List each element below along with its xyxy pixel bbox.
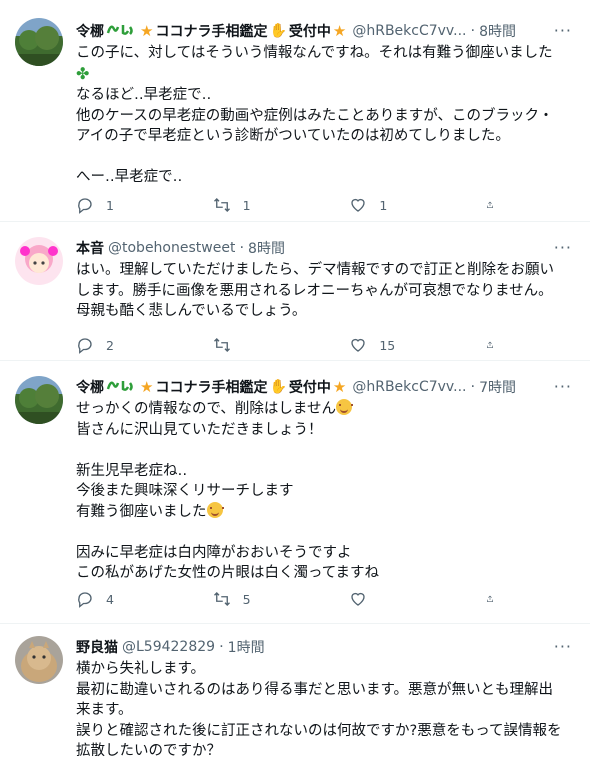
- share-icon: [487, 595, 493, 602]
- like-button[interactable]: 15: [349, 336, 449, 354]
- retweet-icon: [213, 592, 230, 606]
- tweet-header: 令梛 ★ ココナラ手相鑑定 ✋ 受付中 ★ @hRBekcC7vv... · 7…: [76, 377, 517, 397]
- display-name-tail[interactable]: 受付中: [289, 21, 331, 41]
- more-icon[interactable]: ···: [554, 21, 572, 40]
- timestamp[interactable]: 8時間: [248, 238, 285, 258]
- tweet-2[interactable]: 本音 @tobehonestweet · 8時間 ··· はい。理解していただけ…: [0, 222, 590, 361]
- timestamp[interactable]: 1時間: [228, 637, 265, 657]
- share-button[interactable]: [486, 196, 506, 214]
- handle[interactable]: @hRBekcC7vv...: [352, 23, 466, 39]
- reply-count: 1: [106, 197, 114, 213]
- clover-icon: ✤: [76, 63, 90, 83]
- more-icon[interactable]: ···: [554, 377, 572, 396]
- like-button[interactable]: [349, 590, 449, 608]
- hand-icon: ✋: [269, 379, 287, 395]
- share-button[interactable]: [486, 336, 506, 354]
- tweet-text: せっかくの情報なので、削除はしません 皆さんに沢山見ていただきましょう！ 新生児…: [76, 399, 380, 581]
- reply-icon: [78, 592, 92, 608]
- handle[interactable]: @hRBekcC7vv...: [352, 379, 466, 395]
- smile-icon: [206, 501, 224, 518]
- tweet-1[interactable]: 令梛 ★ ココナラ手相鑑定 ✋ 受付中 ★ @hRBekcC7vv... · 8…: [0, 0, 590, 222]
- avatar[interactable]: [15, 636, 63, 684]
- retweet-button[interactable]: 5: [213, 590, 313, 608]
- like-icon: [351, 338, 365, 352]
- retweet-button[interactable]: 1: [213, 196, 313, 214]
- tweet-actions: 2 15: [76, 335, 506, 355]
- logo-icon: [106, 21, 136, 41]
- share-icon: [487, 341, 493, 348]
- star-icon: ★: [332, 378, 347, 396]
- star-icon: ★: [332, 22, 347, 40]
- like-count: 15: [379, 337, 396, 353]
- tweet-3[interactable]: 令梛 ★ ココナラ手相鑑定 ✋ 受付中 ★ @hRBekcC7vv... · 7…: [0, 361, 590, 624]
- display-name[interactable]: 令梛: [76, 21, 104, 41]
- tweet-text: はい。理解していただけましたら、デマ情報ですので訂正と削除をお願い します。勝手…: [76, 262, 555, 319]
- tweet-text: この子に、対してはそういう情報なんですね。それは有難う御座いました ✤ なるほど…: [76, 45, 554, 185]
- star-icon: ★: [140, 378, 154, 396]
- share-icon: [487, 201, 493, 208]
- logo-icon: [106, 377, 136, 397]
- hand-icon: ✋: [269, 23, 287, 39]
- tweet-actions: 4 5: [76, 589, 506, 609]
- more-icon[interactable]: ···: [554, 637, 572, 656]
- retweet-count: 5: [242, 591, 251, 607]
- reply-button[interactable]: 1: [76, 196, 176, 214]
- reply-icon: [78, 198, 92, 214]
- tweet-header: 野良猫 @L59422829 · 1時間: [76, 637, 265, 657]
- handle[interactable]: @L59422829: [122, 639, 215, 655]
- tweet-header: 令梛 ★ ココナラ手相鑑定 ✋ 受付中 ★ @hRBekcC7vv... · 8…: [76, 21, 517, 41]
- reply-icon: [78, 338, 92, 354]
- avatar[interactable]: [15, 376, 63, 424]
- like-icon: [351, 198, 365, 212]
- retweet-icon: [213, 198, 230, 212]
- reply-count: 2: [106, 337, 114, 353]
- display-name-suffix[interactable]: ココナラ手相鑑定: [155, 21, 267, 41]
- avatar[interactable]: [15, 18, 63, 66]
- reply-button[interactable]: 4: [76, 590, 176, 608]
- avatar[interactable]: [15, 237, 63, 285]
- retweet-count: 1: [242, 197, 251, 213]
- smile-icon: [335, 399, 353, 415]
- like-icon: [351, 592, 365, 606]
- star-icon: ★: [140, 22, 154, 40]
- tweet-4[interactable]: 野良猫 @L59422829 · 1時間 ··· 横から失礼します。 最初に勘違…: [0, 624, 590, 763]
- display-name[interactable]: 野良猫: [76, 637, 118, 657]
- reply-count: 4: [106, 591, 114, 607]
- display-name-tail[interactable]: 受付中: [289, 377, 331, 397]
- display-name-suffix[interactable]: ココナラ手相鑑定: [155, 377, 267, 397]
- timestamp[interactable]: 8時間: [479, 21, 516, 41]
- tweet-header: 本音 @tobehonestweet · 8時間: [76, 238, 285, 258]
- retweet-icon: [213, 338, 230, 352]
- display-name[interactable]: 本音: [76, 238, 104, 258]
- like-count: 1: [379, 197, 388, 213]
- more-icon[interactable]: ···: [554, 238, 572, 257]
- timestamp[interactable]: 7時間: [479, 377, 516, 397]
- reply-button[interactable]: 2: [76, 336, 176, 354]
- tweet-actions: 1 1 1: [76, 195, 506, 215]
- retweet-button[interactable]: [213, 336, 313, 354]
- share-button[interactable]: [486, 590, 506, 608]
- display-name[interactable]: 令梛: [76, 377, 104, 397]
- tweet-text: 横から失礼します。 最初に勘違いされるのはあり得る事だと思います。悪意が無いとも…: [76, 661, 562, 759]
- like-button[interactable]: 1: [349, 196, 449, 214]
- handle[interactable]: @tobehonestweet: [108, 240, 235, 256]
